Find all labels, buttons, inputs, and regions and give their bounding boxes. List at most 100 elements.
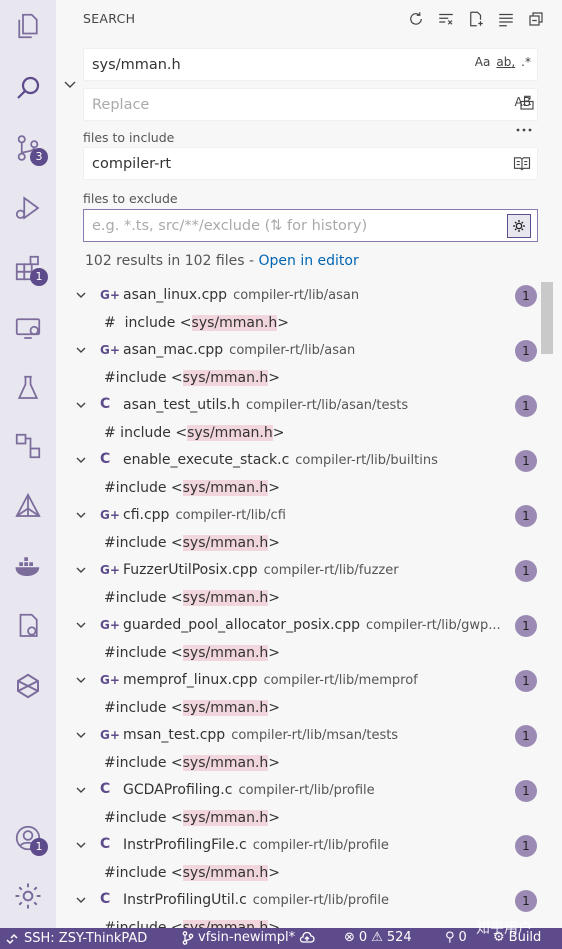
results-scrollbar[interactable] [541, 282, 553, 354]
activity-bar: 3 1 1 [0, 0, 56, 928]
chevron-down-icon[interactable] [76, 730, 86, 740]
match-case-icon[interactable]: Aa [475, 55, 491, 69]
result-file-row[interactable]: Casan_test_utils.h compiler-rt/lib/asan/t… [56, 392, 562, 420]
chevron-down-icon[interactable] [76, 675, 86, 685]
result-file-row[interactable]: C InstrProfilingFile.c compiler-rt/lib/pro… [56, 832, 562, 860]
result-match-row[interactable]: # include <sys/mman.h> [56, 420, 562, 448]
chevron-down-icon[interactable] [76, 290, 86, 300]
file-name-text: guarded_pool_allocator_posix.cpp [123, 617, 360, 633]
file-name: asan_linux.cpp compiler-rt/lib/asan [123, 287, 359, 303]
result-match-row[interactable]: #include <sys/mman.h> [56, 640, 562, 668]
result-match-row[interactable]: #include <sys/mman.h> [56, 750, 562, 778]
result-file-row[interactable]: G+ cfi.cpp compiler-rt/lib/cfi 1 [56, 502, 562, 530]
result-match-row[interactable]: #include <sys/mman.h> [56, 695, 562, 723]
match-prefix: #include < [104, 699, 183, 716]
toggle-replace-chevron-icon[interactable] [62, 76, 78, 92]
match-prefix: #include < [104, 919, 183, 929]
exclude-input[interactable]: e.g. *.ts, src/**/exclude (⇅ for history… [83, 209, 538, 242]
new-search-editor-icon[interactable] [466, 9, 486, 29]
file-type-icon: G+ [100, 728, 120, 742]
results-tree: G+ asan_linux.cpp compiler-rt/lib/asan 1 # i… [56, 282, 562, 928]
result-file-row[interactable]: G+ asan_linux.cpp compiler-rt/lib/asan 1 [56, 282, 562, 310]
view-as-tree-icon[interactable] [496, 9, 516, 29]
clear-results-icon[interactable] [436, 9, 456, 29]
copilot-icon[interactable] [0, 660, 56, 712]
refresh-icon[interactable] [406, 9, 426, 29]
replace-all-icon[interactable] [517, 93, 537, 113]
chevron-down-icon[interactable] [76, 620, 86, 630]
result-match-row[interactable]: # include <sys/mman.h> [56, 310, 562, 338]
run-debug-icon[interactable] [0, 182, 56, 234]
match-count-badge: 1 [515, 670, 537, 692]
more-options-icon[interactable] [514, 120, 534, 140]
result-file-row[interactable]: G+ memprof_linux.cpp compiler-rt/lib/mempr… [56, 667, 562, 695]
file-name: enable_execute_stack.c compiler-rt/lib/bu… [123, 452, 438, 468]
explorer-icon[interactable] [0, 0, 56, 52]
file-path: compiler-rt/lib/asan/tests [245, 398, 409, 413]
match-count-badge: 1 [515, 395, 537, 417]
match-whole-word-icon[interactable]: ab, [496, 55, 515, 69]
testing-icon[interactable] [0, 362, 56, 414]
match-line: #include <sys/mman.h> [104, 534, 280, 551]
result-file-row[interactable]: C InstrProfilingUtil.c compiler-rt/lib/pro… [56, 887, 562, 915]
file-path: compiler-rt/lib/profile [252, 893, 389, 908]
cmake-icon[interactable] [0, 480, 56, 532]
ports-item[interactable]: ⚲ 0 [445, 930, 467, 945]
remote-settings-icon[interactable] [0, 600, 56, 652]
accounts-icon[interactable]: 1 [0, 812, 56, 864]
replace-input[interactable]: Replace AB [83, 88, 538, 121]
result-match-row[interactable]: #include <sys/mman.h> [56, 365, 562, 393]
result-file-row[interactable]: C GCDAProfiling.c compiler-rt/lib/profile 1 [56, 777, 562, 805]
match-prefix: #include < [104, 864, 183, 881]
collapse-all-icon[interactable] [526, 9, 546, 29]
extensions-icon[interactable]: 1 [0, 242, 56, 294]
result-match-row[interactable]: #include <sys/mman.h> [56, 805, 562, 833]
error-icon: ⊗ [344, 930, 355, 945]
remote-indicator[interactable]: SSH: ZSY-ThinkPAD [0, 928, 176, 949]
branch-item[interactable]: vfsin-newimpl* [182, 930, 315, 945]
chevron-down-icon[interactable] [76, 510, 86, 520]
search-sidebar: SEARCH sys/mman.h Aa ab, .* Replace AB f… [56, 0, 562, 928]
chevron-down-icon[interactable] [76, 565, 86, 575]
result-match-row[interactable]: #include <sys/mman.h> [56, 860, 562, 888]
remote-explorer-icon[interactable] [0, 302, 56, 354]
settings-gear-icon[interactable] [0, 870, 56, 922]
chevron-down-icon[interactable] [76, 785, 86, 795]
result-match-row[interactable]: #include <sys/mman.h> [56, 530, 562, 558]
chevron-down-icon[interactable] [76, 400, 86, 410]
match-count-badge: 1 [515, 725, 537, 747]
search-input-value: sys/mman.h [92, 57, 181, 73]
include-input[interactable]: compiler-rt [83, 147, 538, 180]
chevron-down-icon[interactable] [76, 345, 86, 355]
file-type-icon: C [100, 396, 111, 412]
match-highlight: sys/mman.h [182, 479, 269, 496]
extensions-badge: 1 [30, 268, 48, 286]
docker-icon[interactable] [0, 540, 56, 592]
result-file-row[interactable]: G+ guarded_pool_allocator_posix.cpp compil… [56, 612, 562, 640]
result-match-row[interactable]: #include <sys/mman.h> [56, 585, 562, 613]
file-type-icon: G+ [100, 288, 120, 302]
structure-icon[interactable] [0, 420, 56, 472]
chevron-down-icon[interactable] [76, 895, 86, 905]
chevron-down-icon[interactable] [76, 840, 86, 850]
problems-item[interactable]: ⊗ 0 ⚠ 524 [344, 930, 412, 945]
match-line: #include <sys/mman.h> [104, 644, 280, 661]
file-type-icon: C [100, 836, 111, 852]
search-input[interactable]: sys/mman.h Aa ab, .* [83, 48, 538, 81]
chevron-down-icon[interactable] [76, 455, 86, 465]
result-file-row[interactable]: G+ asan_mac.cpp compiler-rt/lib/asan 1 [56, 337, 562, 365]
accounts-badge: 1 [30, 838, 48, 856]
use-regex-icon[interactable]: .* [521, 55, 531, 69]
match-prefix: # include < [104, 424, 188, 441]
result-file-row[interactable]: G+ FuzzerUtilPosix.cpp compiler-rt/lib/fuz… [56, 557, 562, 585]
search-open-editors-icon[interactable] [513, 155, 531, 174]
use-exclude-settings-icon[interactable] [507, 214, 531, 238]
sync-icon [299, 931, 315, 943]
result-match-row[interactable]: #include <sys/mman.h> [56, 475, 562, 503]
result-file-row[interactable]: G+ msan_test.cpp compiler-rt/lib/msan/test… [56, 722, 562, 750]
result-file-row[interactable]: Cenable_execute_stack.c compiler-rt/lib/b… [56, 447, 562, 475]
open-in-editor-link[interactable]: Open in editor [258, 253, 358, 269]
search-icon[interactable] [0, 62, 56, 114]
source-control-icon[interactable]: 3 [0, 122, 56, 174]
match-suffix: > [268, 864, 281, 881]
